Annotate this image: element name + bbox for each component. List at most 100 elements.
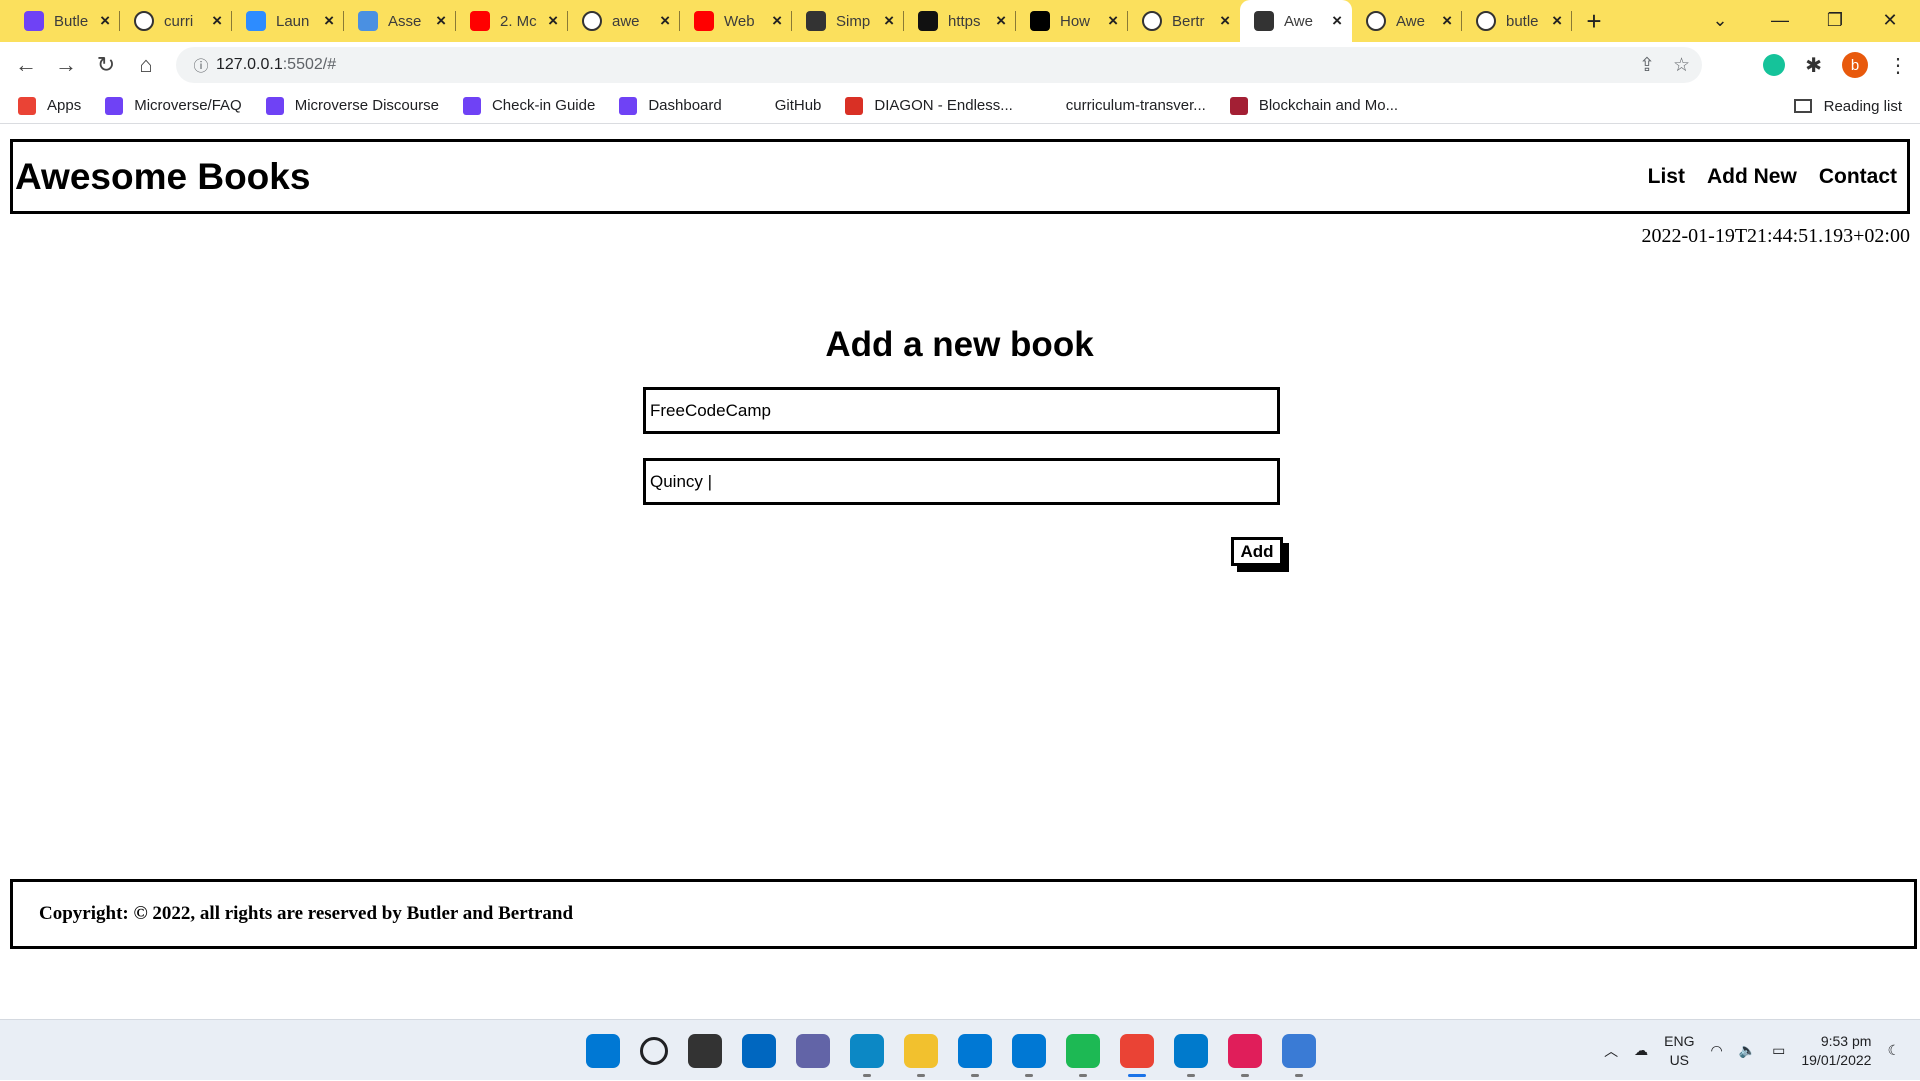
tab-9[interactable]: How × (1016, 0, 1128, 42)
close-tab-icon[interactable]: × (548, 11, 558, 31)
tab-8[interactable]: https × (904, 0, 1016, 42)
photos-icon[interactable] (1282, 1033, 1316, 1077)
tab-title: Web (724, 12, 755, 30)
close-tab-icon[interactable]: × (212, 11, 222, 31)
new-tab-button[interactable]: + (1572, 0, 1616, 42)
tab-3[interactable]: Asse × (344, 0, 456, 42)
grammarly-icon[interactable] (1763, 54, 1786, 76)
add-book-form: Add a new book Add (643, 325, 1283, 566)
nav-contact-link[interactable]: Contact (1819, 165, 1897, 189)
mit-icon (1229, 96, 1248, 115)
bookmark-label: Check-in Guide (491, 97, 596, 114)
mail-icon[interactable] (958, 1033, 992, 1077)
close-tab-icon[interactable]: × (884, 11, 894, 31)
notification-moon-icon[interactable]: ☾ (1887, 1042, 1900, 1059)
menu-kebab-icon[interactable]: ⋮ (1888, 53, 1908, 78)
bookmark-star-icon[interactable]: ☆ (1673, 54, 1690, 77)
tab-13[interactable]: butle × (1462, 0, 1572, 42)
close-tab-icon[interactable]: × (436, 11, 446, 31)
vscode-icon[interactable] (1174, 1033, 1208, 1077)
bookmark-1[interactable]: Microverse/FAQ (105, 96, 242, 115)
close-tab-icon[interactable]: × (1108, 11, 1118, 31)
tab-title: Laun (276, 12, 310, 30)
search-icon[interactable] (640, 1036, 668, 1065)
store-icon[interactable] (1012, 1033, 1046, 1077)
edge-icon[interactable] (850, 1033, 884, 1077)
nav-add-new-link[interactable]: Add New (1707, 165, 1797, 189)
wifi-icon[interactable]: ◠ (1710, 1042, 1722, 1059)
bookmark-label: DIAGON - Endless... (874, 97, 1013, 114)
tab-5[interactable]: awe × (568, 0, 680, 42)
close-tab-icon[interactable]: × (1220, 11, 1230, 31)
tab-0[interactable]: Butle × (10, 0, 120, 42)
taskbar-clock[interactable]: 9:53 pm 19/01/2022 (1801, 1032, 1871, 1070)
tab-title: curri (164, 12, 194, 30)
close-tab-icon[interactable]: × (660, 11, 670, 31)
bookmarks-bar: Apps Microverse/FAQ Microverse Discourse Ch… (0, 88, 1920, 124)
input-language[interactable]: ENG US (1664, 1032, 1694, 1070)
file-explorer-icon[interactable] (904, 1033, 938, 1077)
volume-icon[interactable]: 🔈 (1739, 1042, 1756, 1059)
home-icon[interactable]: ⌂ (126, 45, 166, 85)
bookmark-2[interactable]: Microverse Discourse (265, 96, 439, 115)
book-author-input[interactable] (643, 458, 1280, 505)
tab-11[interactable]: Awe × (1240, 0, 1352, 42)
tab-1[interactable]: curri × (120, 0, 232, 42)
bookmark-5[interactable]: GitHub (745, 96, 821, 115)
close-window-button[interactable]: ✕ (1860, 0, 1920, 40)
book-title-input[interactable] (643, 387, 1280, 434)
battery-icon[interactable]: ▭ (1772, 1042, 1785, 1059)
address-bar[interactable]: ⓘ 127.0.0.1:5502/# ⇪ ☆ (176, 47, 1702, 83)
close-tab-icon[interactable]: × (772, 11, 782, 31)
task-view-icon[interactable] (688, 1033, 722, 1068)
bookmark-6[interactable]: DIAGON - Endless... (845, 96, 1013, 115)
share-icon[interactable]: ⇪ (1639, 54, 1655, 77)
teams-chat-icon[interactable] (796, 1033, 830, 1068)
close-tab-icon[interactable]: × (1442, 11, 1452, 31)
bookmark-7[interactable]: curriculum-transver... (1036, 96, 1206, 115)
reload-icon[interactable]: ↻ (86, 45, 126, 85)
bookmark-label: Microverse/FAQ (134, 97, 242, 114)
restore-button[interactable]: ❐ (1805, 0, 1865, 40)
reading-list-button[interactable]: Reading list (1793, 88, 1902, 124)
close-tab-icon[interactable]: × (100, 11, 110, 31)
close-tab-icon[interactable]: × (1552, 11, 1562, 31)
tab-12[interactable]: Awe × (1352, 0, 1462, 42)
chrome-icon[interactable] (1120, 1033, 1154, 1077)
tab-2[interactable]: Laun × (232, 0, 344, 42)
running-indicator (1079, 1073, 1087, 1077)
tab-title: Bertr (1172, 12, 1205, 30)
microverse-icon (462, 96, 481, 115)
tray-chevron-up-icon[interactable]: ︿ (1604, 1041, 1618, 1061)
tab-7[interactable]: Simp × (792, 0, 904, 42)
taskbar-apps (586, 1020, 1316, 1081)
close-tab-icon[interactable]: × (1332, 11, 1342, 31)
microverse-icon (265, 96, 284, 115)
spotify-icon[interactable] (1066, 1033, 1100, 1077)
extensions-puzzle-icon[interactable]: ✱ (1805, 53, 1822, 78)
windows-start-icon[interactable] (586, 1033, 620, 1068)
nav-list-link[interactable]: List (1648, 165, 1685, 189)
close-tab-icon[interactable]: × (996, 11, 1006, 31)
bookmark-3[interactable]: Check-in Guide (462, 96, 596, 115)
asset-icon (358, 11, 378, 31)
minimize-button[interactable]: — (1750, 0, 1810, 40)
forward-arrow-icon[interactable]: → (46, 45, 86, 85)
browser-toolbar: ← → ↻ ⌂ ⓘ 127.0.0.1:5502/# ⇪ ☆ ✱ b ⋮ (0, 42, 1920, 88)
slack-icon[interactable] (1228, 1033, 1262, 1077)
tab-10[interactable]: Bertr × (1128, 0, 1240, 42)
back-arrow-icon[interactable]: ← (6, 45, 46, 85)
bookmark-4[interactable]: Dashboard (619, 96, 722, 115)
profile-avatar[interactable]: b (1842, 52, 1868, 78)
bookmark-8[interactable]: Blockchain and Mo... (1229, 96, 1398, 115)
tab-6[interactable]: Web × (680, 0, 792, 42)
widgets-icon[interactable] (742, 1033, 776, 1068)
add-book-button[interactable]: Add (1231, 537, 1283, 566)
running-indicator (863, 1073, 871, 1077)
bookmark-0[interactable]: Apps (18, 96, 81, 115)
site-info-icon[interactable]: ⓘ (186, 55, 216, 76)
onedrive-icon[interactable]: ☁ (1634, 1042, 1648, 1059)
tab-4[interactable]: 2. Mc × (456, 0, 568, 42)
close-tab-icon[interactable]: × (324, 11, 334, 31)
tab-search-chevron-icon[interactable]: ⌄ (1690, 0, 1750, 40)
